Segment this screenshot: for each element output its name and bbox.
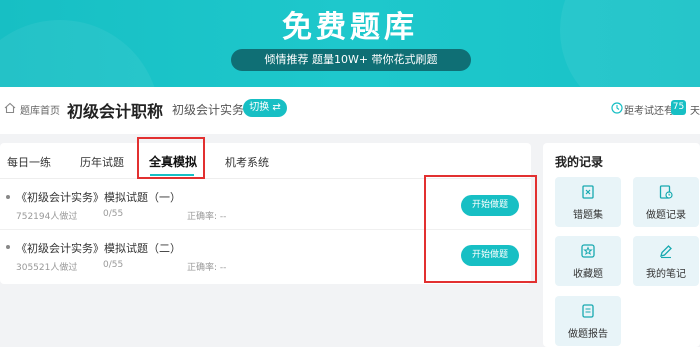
- tab-computer-exam[interactable]: 机考系统: [225, 154, 269, 170]
- highlight-box-tab: [137, 137, 205, 179]
- attempt-count: 305521人做过: [16, 263, 78, 273]
- accuracy-rate: 正确率: --: [187, 212, 227, 222]
- list-bullet: [6, 245, 10, 249]
- record-icon: [659, 185, 673, 199]
- subject-name: 初级会计实务: [172, 103, 245, 117]
- exam-title[interactable]: 《初级会计实务》模拟试题（二）: [16, 240, 181, 256]
- card-label: 我的笔记: [646, 269, 686, 280]
- card-label: 做题报告: [568, 329, 608, 340]
- days-unit: 天: [690, 106, 700, 117]
- breadcrumb-home[interactable]: 题库首页: [20, 102, 60, 117]
- card-label: 做题记录: [646, 210, 686, 221]
- highlight-box-buttons: [424, 175, 537, 283]
- report-icon: [582, 304, 594, 318]
- page-title: 初级会计职称: [67, 102, 164, 121]
- pen-icon: [660, 245, 672, 259]
- tab-past-exams[interactable]: 历年试题: [80, 154, 124, 170]
- list-bullet: [6, 195, 10, 199]
- days-remaining-badge: 75: [671, 100, 686, 115]
- banner-slogan: 倾情推荐 题量10W+ 带你花式刷题: [231, 49, 471, 71]
- tab-daily-practice[interactable]: 每日一练: [7, 154, 51, 170]
- banner: 免费题库 倾情推荐 题量10W+ 带你花式刷题: [0, 0, 700, 87]
- progress-count: 0/55: [103, 260, 124, 270]
- records-title: 我的记录: [555, 155, 604, 169]
- attempt-count: 752194人做过: [16, 212, 78, 222]
- switch-subject-button[interactable]: 切换 ⇄: [243, 99, 287, 117]
- card-label: 错题集: [573, 210, 603, 221]
- progress-count: 0/55: [103, 209, 124, 219]
- exam-countdown-label: 距考试还有: [624, 106, 674, 117]
- card-label: 收藏题: [573, 269, 603, 280]
- wrong-book-icon: [582, 185, 594, 199]
- accuracy-rate: 正确率: --: [187, 263, 227, 273]
- banner-title: 免费题库: [282, 10, 418, 45]
- clock-icon: [611, 102, 623, 114]
- star-icon: [581, 244, 595, 258]
- exam-title[interactable]: 《初级会计实务》模拟试题（一）: [16, 189, 181, 205]
- home-icon[interactable]: [4, 102, 16, 114]
